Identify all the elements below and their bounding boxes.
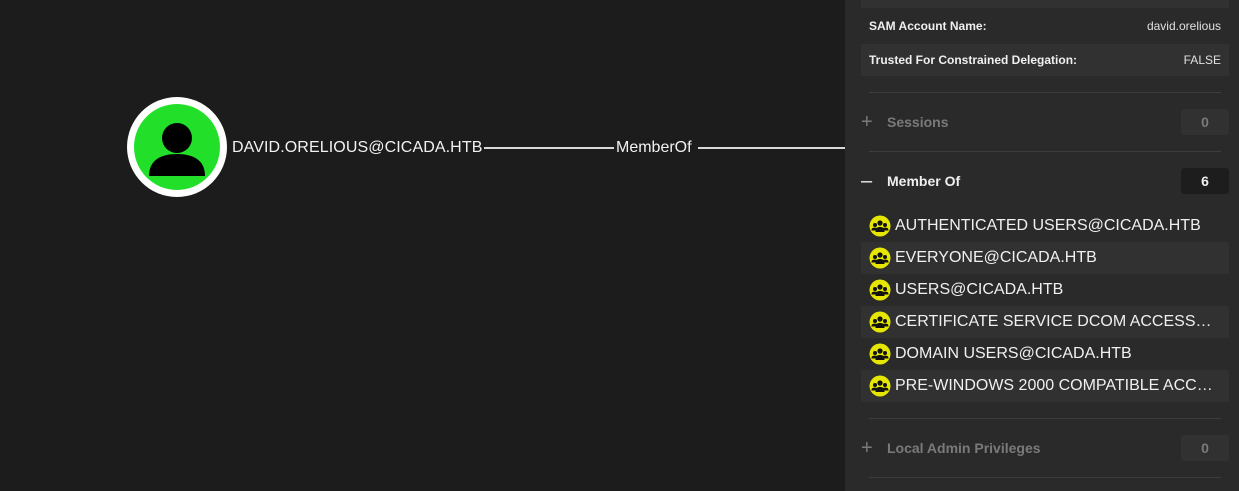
section-title-local-admin[interactable]: Local Admin Privileges (887, 440, 1181, 456)
section-member-of[interactable]: – Member Of 6 (861, 168, 1229, 194)
group-icon (869, 279, 891, 301)
divider (869, 418, 1221, 419)
property-row-constrained-delegation: Trusted For Constrained Delegation: FALS… (861, 44, 1229, 76)
count-badge-member-of: 6 (1181, 168, 1229, 194)
edge-line-right (698, 147, 845, 149)
property-row-sam-account: SAM Account Name: david.orelious (861, 10, 1229, 42)
section-title-member-of[interactable]: Member Of (887, 173, 1181, 189)
divider (869, 92, 1221, 93)
group-icon (869, 247, 891, 269)
member-name: EVERYONE@CICADA.HTB (895, 249, 1097, 266)
list-item[interactable]: AUTHENTICATED USERS@CICADA.HTB (861, 210, 1229, 242)
property-key: Trusted For Constrained Delegation: (869, 53, 1078, 67)
group-icon (869, 343, 891, 365)
list-item[interactable]: USERS@CICADA.HTB (861, 274, 1229, 306)
user-icon (134, 104, 220, 190)
group-icon (869, 311, 891, 333)
list-item[interactable]: PRE-WINDOWS 2000 COMPATIBLE ACCESS@CICAD… (861, 370, 1229, 402)
count-badge-sessions: 0 (1181, 109, 1229, 135)
group-icon (869, 375, 891, 397)
graph-canvas[interactable]: DAVID.ORELIOUS@CICADA.HTB MemberOf (0, 0, 845, 491)
list-item[interactable]: CERTIFICATE SERVICE DCOM ACCESS@CICADA.H… (861, 306, 1229, 338)
count-badge-local-admin: 0 (1181, 435, 1229, 461)
section-local-admin[interactable]: + Local Admin Privileges 0 (861, 435, 1229, 461)
node-label[interactable]: DAVID.ORELIOUS@CICADA.HTB (230, 138, 485, 158)
member-name: DOMAIN USERS@CICADA.HTB (895, 345, 1132, 362)
divider (869, 151, 1221, 152)
expand-icon[interactable]: + (861, 112, 887, 132)
member-name: PRE-WINDOWS 2000 COMPATIBLE ACCESS@CICAD… (895, 377, 1229, 394)
member-name: USERS@CICADA.HTB (895, 281, 1064, 298)
edge-label[interactable]: MemberOf (614, 138, 694, 158)
member-name: AUTHENTICATED USERS@CICADA.HTB (895, 217, 1201, 234)
node-info-panel: SAM Account Name: david.orelious Trusted… (845, 0, 1239, 491)
list-item[interactable]: DOMAIN USERS@CICADA.HTB (861, 338, 1229, 370)
expand-icon[interactable]: + (861, 438, 887, 458)
property-value: david.orelious (1146, 19, 1221, 33)
user-node[interactable] (127, 97, 227, 197)
section-sessions[interactable]: + Sessions 0 (861, 109, 1229, 135)
edge-line-left (472, 147, 616, 149)
section-title-sessions[interactable]: Sessions (887, 114, 1181, 130)
divider (869, 477, 1221, 478)
group-icon (869, 215, 891, 237)
collapse-icon[interactable]: – (861, 171, 887, 191)
property-row-top (861, 0, 1229, 8)
property-key: SAM Account Name: (869, 19, 987, 33)
property-value: FALSE (1183, 53, 1221, 67)
member-name: CERTIFICATE SERVICE DCOM ACCESS@CICADA.H… (895, 313, 1229, 330)
member-of-list: AUTHENTICATED USERS@CICADA.HTB EVERYONE@C… (861, 210, 1229, 402)
list-item[interactable]: EVERYONE@CICADA.HTB (861, 242, 1229, 274)
